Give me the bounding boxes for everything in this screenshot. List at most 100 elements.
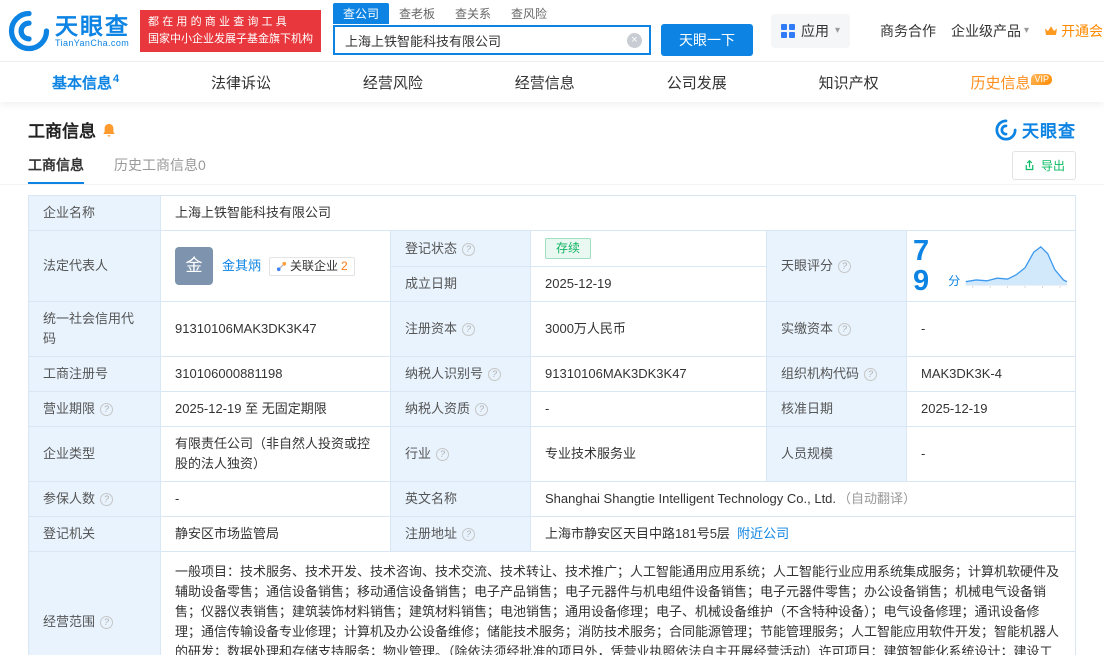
nav-history-info[interactable]: 历史信息VIP <box>970 72 1052 93</box>
field-label-company-name: 企业名称 <box>29 196 161 231</box>
field-value-approval-date: 2025-12-19 <box>907 392 1076 427</box>
field-label-industry: 行业 <box>391 427 531 482</box>
help-icon[interactable] <box>462 243 475 256</box>
field-value-credit-code: 91310106MAK3DK3K47 <box>161 302 391 357</box>
search-area: 查公司 查老板 查关系 查风险 天眼一下 <box>333 5 753 56</box>
table-row: 工商注册号 310106000881198 纳税人识别号 91310106MAK… <box>29 357 1076 392</box>
field-value-score: 79 分 <box>907 231 1076 302</box>
logo-subtitle: TianYanCha.com <box>55 38 130 48</box>
field-value-reg-address: 上海市静安区天目中路181号5层 附近公司 <box>531 517 1076 552</box>
logo-title: 天眼查 <box>55 14 130 38</box>
export-button[interactable]: 导出 <box>1012 151 1076 180</box>
help-icon[interactable] <box>436 448 449 461</box>
section-brand-logo: 天眼查 <box>995 117 1076 142</box>
link-open-vip[interactable]: 开通会员 <box>1044 21 1104 41</box>
field-label-est-date: 成立日期 <box>391 267 531 302</box>
field-value-taxpayer-id: 91310106MAK3DK3K47 <box>531 357 767 392</box>
field-label-credit-code: 统一社会信用代码 <box>29 302 161 357</box>
field-value-company-type: 有限责任公司（非自然人投资或控股的法人独资） <box>161 427 391 482</box>
nav-basic-info[interactable]: 基本信息4 <box>52 72 119 93</box>
search-tab-boss[interactable]: 查老板 <box>389 3 445 24</box>
field-label-taxpayer-quality: 纳税人资质 <box>391 392 531 427</box>
help-icon[interactable] <box>864 368 877 381</box>
help-icon[interactable] <box>462 528 475 541</box>
link-enterprise-products[interactable]: 企业级产品 <box>951 21 1029 41</box>
help-icon[interactable] <box>100 403 113 416</box>
field-label-staff-size: 人员规模 <box>767 427 907 482</box>
related-companies-badge[interactable]: 关联企业 2 <box>269 257 355 276</box>
nearby-companies-link[interactable]: 附近公司 <box>737 526 789 541</box>
nav-operating-info[interactable]: 经营信息 <box>515 72 575 93</box>
header-right: 应用 商务合作 企业级产品 开通会员 超级 <box>771 14 1096 48</box>
help-icon[interactable] <box>838 260 851 273</box>
help-icon[interactable] <box>100 616 113 629</box>
section-title: 工商信息 <box>28 117 96 142</box>
field-value-org-code: MAK3DK3K-4 <box>907 357 1076 392</box>
vip-badge: VIP <box>1031 74 1052 85</box>
nav-intellectual-property[interactable]: 知识产权 <box>819 72 879 93</box>
field-value-legal-rep: 金 金其炳 关联企业 2 <box>161 231 391 302</box>
field-label-legal-rep: 法定代表人 <box>29 231 161 302</box>
field-value-industry: 专业技术服务业 <box>531 427 767 482</box>
table-row: 统一社会信用代码 91310106MAK3DK3K47 注册资本 3000万人民… <box>29 302 1076 357</box>
nav-legal[interactable]: 法律诉讼 <box>211 72 271 93</box>
field-label-business-term: 营业期限 <box>29 392 161 427</box>
tab-business-info[interactable]: 工商信息 <box>28 147 84 184</box>
help-icon[interactable] <box>100 493 113 506</box>
legal-rep-link[interactable]: 金其炳 <box>222 256 261 276</box>
field-value-reg-number: 310106000881198 <box>161 357 391 392</box>
export-icon <box>1023 159 1036 172</box>
field-label-org-code: 组织机构代码 <box>767 357 907 392</box>
field-value-taxpayer-quality: - <box>531 392 767 427</box>
help-icon[interactable] <box>462 323 475 336</box>
table-row: 企业名称 上海上铁智能科技有限公司 <box>29 196 1076 231</box>
apps-grid-icon <box>781 24 795 38</box>
table-row: 企业类型 有限责任公司（非自然人投资或控股的法人独资） 行业 专业技术服务业 人… <box>29 427 1076 482</box>
field-label-score: 天眼评分 <box>767 231 907 302</box>
slogan-line-1: 都在用的商业查询工具 <box>148 14 313 31</box>
apps-button[interactable]: 应用 <box>771 14 850 48</box>
table-row: 营业期限 2025-12-19 至 无固定期限 纳税人资质 - 核准日期 202… <box>29 392 1076 427</box>
field-label-paid-capital: 实缴资本 <box>767 302 907 357</box>
nav-operating-risk[interactable]: 经营风险 <box>363 72 423 93</box>
help-icon[interactable] <box>838 323 851 336</box>
search-button[interactable]: 天眼一下 <box>661 24 753 56</box>
auto-translate-note: （自动翻译） <box>838 491 916 506</box>
field-label-reg-authority: 登记机关 <box>29 517 161 552</box>
business-info-section: 工商信息 天眼查 工商信息 历史工商信息0 导出 <box>0 102 1104 655</box>
slogan-line-2: 国家中小企业发展子基金旗下机构 <box>148 31 313 48</box>
help-icon[interactable] <box>488 368 501 381</box>
link-cooperation[interactable]: 商务合作 <box>880 21 936 41</box>
field-value-reg-capital: 3000万人民币 <box>531 302 767 357</box>
legal-rep-avatar[interactable]: 金 <box>175 247 213 285</box>
subscribe-bell-icon[interactable] <box>102 122 116 138</box>
score-unit: 分 <box>948 271 960 291</box>
section-tabs: 工商信息 历史工商信息0 导出 <box>0 147 1104 185</box>
slogan-badge: 都在用的商业查询工具 国家中小企业发展子基金旗下机构 <box>140 10 321 52</box>
clear-icon[interactable] <box>627 33 642 48</box>
field-label-company-type: 企业类型 <box>29 427 161 482</box>
table-row: 参保人数 - 英文名称 Shanghai Shangtie Intelligen… <box>29 482 1076 517</box>
field-value-staff-size: - <box>907 427 1076 482</box>
search-tab-relation[interactable]: 查关系 <box>445 3 501 24</box>
field-value-insured-count: - <box>161 482 391 517</box>
nav-basic-count: 4 <box>113 73 119 85</box>
search-tab-risk[interactable]: 查风险 <box>501 3 557 24</box>
field-label-reg-status: 登记状态 <box>391 231 531 267</box>
search-input[interactable] <box>335 33 649 48</box>
score-number: 79 <box>913 236 944 296</box>
field-label-insured-count: 参保人数 <box>29 482 161 517</box>
chevron-down-icon <box>1024 25 1029 36</box>
table-row: 法定代表人 金 金其炳 关联企业 2 <box>29 231 1076 267</box>
search-tab-company[interactable]: 查公司 <box>333 3 389 24</box>
nav-company-development[interactable]: 公司发展 <box>667 72 727 93</box>
help-icon[interactable] <box>475 403 488 416</box>
field-label-approval-date: 核准日期 <box>767 392 907 427</box>
status-tag: 存续 <box>545 238 591 259</box>
tianyancha-logo[interactable]: 天眼查 TianYanCha.com <box>8 10 130 52</box>
field-label-reg-address: 注册地址 <box>391 517 531 552</box>
search-tabs: 查公司 查老板 查关系 查风险 <box>333 5 753 24</box>
relation-graph-icon <box>276 261 287 272</box>
tab-history-business-info[interactable]: 历史工商信息0 <box>114 147 206 184</box>
chevron-down-icon <box>835 25 840 36</box>
